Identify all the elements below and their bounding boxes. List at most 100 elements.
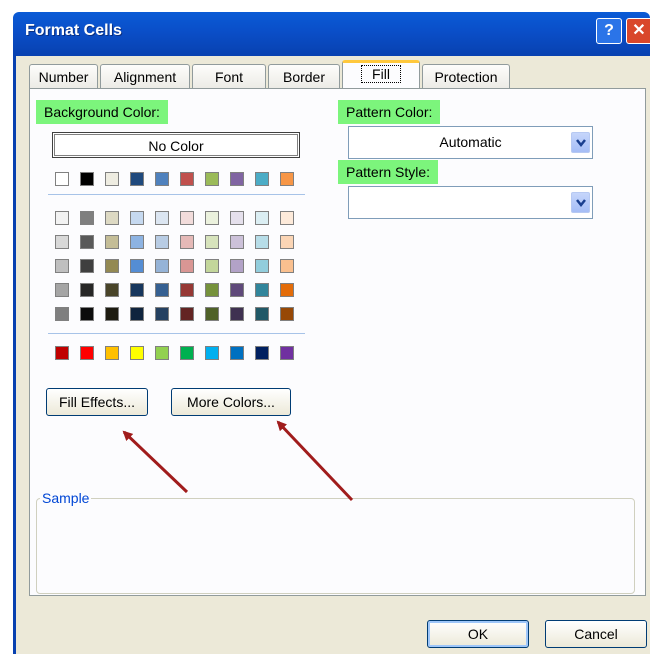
- chevron-down-icon[interactable]: [571, 192, 590, 213]
- color-swatch[interactable]: [180, 259, 194, 273]
- color-swatch[interactable]: [255, 172, 269, 186]
- cancel-button[interactable]: Cancel: [545, 620, 647, 648]
- pattern-color-label-text: Pattern Color:: [346, 104, 433, 120]
- color-swatch[interactable]: [180, 283, 194, 297]
- color-swatch[interactable]: [280, 235, 294, 249]
- color-swatch[interactable]: [230, 172, 244, 186]
- color-swatch[interactable]: [55, 283, 69, 297]
- color-swatch[interactable]: [255, 259, 269, 273]
- color-swatch[interactable]: [130, 172, 144, 186]
- color-swatch[interactable]: [205, 211, 219, 225]
- more-colors-button[interactable]: More Colors...: [171, 388, 291, 416]
- color-swatch[interactable]: [255, 283, 269, 297]
- format-cells-dialog: Format Cells ? ✕ Number Alignment Font B…: [0, 0, 650, 654]
- color-swatch[interactable]: [55, 346, 69, 360]
- pattern-color-dropdown[interactable]: Automatic: [348, 126, 593, 159]
- color-swatch[interactable]: [280, 346, 294, 360]
- color-swatch[interactable]: [80, 211, 94, 225]
- title-bar[interactable]: Format Cells: [13, 12, 650, 56]
- tab-protection[interactable]: Protection: [422, 64, 510, 88]
- color-swatch[interactable]: [205, 346, 219, 360]
- color-swatch[interactable]: [155, 211, 169, 225]
- color-swatch[interactable]: [105, 235, 119, 249]
- color-swatch[interactable]: [130, 346, 144, 360]
- color-swatch[interactable]: [55, 307, 69, 321]
- color-swatch[interactable]: [230, 307, 244, 321]
- dialog-title: Format Cells: [25, 22, 122, 39]
- color-swatch[interactable]: [255, 235, 269, 249]
- sample-label: Sample: [40, 490, 92, 506]
- sample-preview: [36, 498, 635, 594]
- color-swatch[interactable]: [180, 346, 194, 360]
- fill-effects-button[interactable]: Fill Effects...: [46, 388, 148, 416]
- color-swatch[interactable]: [130, 235, 144, 249]
- color-swatch[interactable]: [155, 346, 169, 360]
- color-swatch[interactable]: [230, 235, 244, 249]
- background-color-label: Background Color:: [36, 100, 168, 124]
- tab-number[interactable]: Number: [29, 64, 98, 88]
- color-swatch[interactable]: [55, 235, 69, 249]
- color-swatch[interactable]: [105, 211, 119, 225]
- color-swatch[interactable]: [255, 211, 269, 225]
- color-swatch[interactable]: [230, 283, 244, 297]
- no-color-button[interactable]: No Color: [52, 132, 300, 158]
- color-swatch[interactable]: [105, 307, 119, 321]
- color-swatch[interactable]: [280, 172, 294, 186]
- color-swatch[interactable]: [180, 307, 194, 321]
- color-swatch[interactable]: [55, 259, 69, 273]
- close-icon[interactable]: ✕: [626, 18, 650, 44]
- pattern-style-label-text: Pattern Style:: [346, 164, 431, 180]
- color-swatch[interactable]: [105, 172, 119, 186]
- color-swatch[interactable]: [105, 283, 119, 297]
- tab-alignment[interactable]: Alignment: [100, 64, 190, 88]
- color-swatch[interactable]: [130, 283, 144, 297]
- pattern-style-dropdown[interactable]: [348, 186, 593, 219]
- color-swatch[interactable]: [205, 307, 219, 321]
- color-swatch[interactable]: [205, 235, 219, 249]
- color-swatch[interactable]: [155, 172, 169, 186]
- color-swatch[interactable]: [55, 211, 69, 225]
- color-swatch[interactable]: [255, 307, 269, 321]
- color-swatch[interactable]: [205, 259, 219, 273]
- color-swatch[interactable]: [230, 346, 244, 360]
- color-swatch[interactable]: [130, 211, 144, 225]
- chevron-down-icon[interactable]: [571, 132, 590, 153]
- color-swatch[interactable]: [105, 346, 119, 360]
- tab-fill-label: Fill: [361, 65, 401, 83]
- color-swatch[interactable]: [280, 211, 294, 225]
- color-swatch[interactable]: [80, 172, 94, 186]
- tab-fill[interactable]: Fill: [342, 60, 420, 88]
- color-swatch[interactable]: [80, 259, 94, 273]
- color-swatch[interactable]: [280, 307, 294, 321]
- background-color-label-text: Background Color:: [44, 104, 160, 120]
- color-swatch[interactable]: [80, 235, 94, 249]
- color-swatch[interactable]: [205, 283, 219, 297]
- tab-border[interactable]: Border: [268, 64, 340, 88]
- color-swatch[interactable]: [280, 283, 294, 297]
- color-swatch[interactable]: [155, 259, 169, 273]
- ok-button[interactable]: OK: [427, 620, 529, 648]
- color-swatch[interactable]: [105, 259, 119, 273]
- color-swatch[interactable]: [155, 307, 169, 321]
- color-swatch[interactable]: [230, 259, 244, 273]
- color-swatch[interactable]: [280, 259, 294, 273]
- color-swatch[interactable]: [155, 283, 169, 297]
- color-swatch[interactable]: [230, 211, 244, 225]
- color-swatch[interactable]: [130, 259, 144, 273]
- help-icon[interactable]: ?: [596, 18, 622, 44]
- color-swatch[interactable]: [80, 346, 94, 360]
- color-swatch[interactable]: [180, 211, 194, 225]
- palette-separator: [48, 194, 305, 195]
- color-swatch[interactable]: [80, 307, 94, 321]
- pattern-color-label: Pattern Color:: [338, 100, 441, 124]
- color-swatch[interactable]: [80, 283, 94, 297]
- color-swatch[interactable]: [180, 235, 194, 249]
- tab-font[interactable]: Font: [192, 64, 266, 88]
- color-swatch[interactable]: [55, 172, 69, 186]
- color-swatch[interactable]: [205, 172, 219, 186]
- color-swatch[interactable]: [180, 172, 194, 186]
- color-swatch[interactable]: [130, 307, 144, 321]
- color-swatch[interactable]: [255, 346, 269, 360]
- color-swatch[interactable]: [155, 235, 169, 249]
- palette-separator: [48, 333, 305, 334]
